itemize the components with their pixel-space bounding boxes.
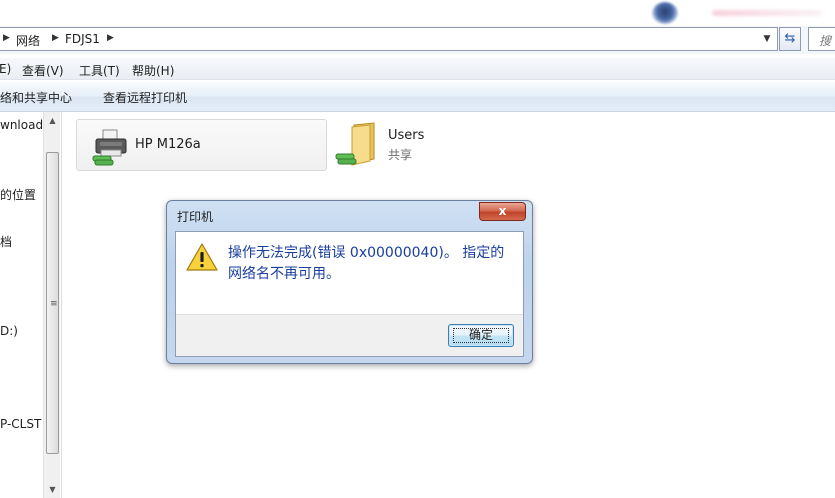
address-row: ▶ 网络 ▶ FDJS1 ▶ ▼ ⇆ 搜 <box>0 26 835 54</box>
menu-help[interactable]: 帮助(H) <box>132 62 174 79</box>
menu-edit[interactable]: E) <box>0 62 11 76</box>
view-remote-printer-button[interactable]: 查看远程打印机 <box>103 89 187 106</box>
breadcrumb-chevron-icon[interactable]: ▶ <box>3 33 10 43</box>
nav-item-downloads[interactable]: wnloads <box>0 118 49 132</box>
nav-scrollbar[interactable]: ▲ ≡ ▼ <box>43 112 60 498</box>
refresh-icon: ⇆ <box>784 31 796 46</box>
printer-error-dialog: 打印机 x 操作无法完成(错误 0x00000040)。 指定的网络名不再可用。… <box>166 200 533 364</box>
dialog-close-button[interactable]: x <box>479 202 526 221</box>
breadcrumb-chevron-icon[interactable]: ▶ <box>52 33 59 43</box>
menu-view[interactable]: 查看(V) <box>22 62 64 79</box>
warning-icon <box>186 243 218 271</box>
scroll-down-icon[interactable]: ▼ <box>44 481 61 498</box>
breadcrumb-chevron-icon[interactable]: ▶ <box>107 33 114 43</box>
nav-item-documents[interactable]: 档 <box>0 233 12 250</box>
dialog-title: 打印机 <box>177 210 214 224</box>
scroll-thumb[interactable]: ≡ <box>46 152 59 454</box>
nav-item-drive-d[interactable]: D:) <box>0 324 18 338</box>
network-sharing-center-button[interactable]: 络和共享中心 <box>0 89 72 106</box>
ok-button[interactable]: 确定 <box>448 324 514 347</box>
user-name-blurred <box>712 10 822 16</box>
breadcrumb-host[interactable]: FDJS1 <box>65 32 100 46</box>
close-icon: x <box>498 204 507 218</box>
nav-item-computer[interactable]: P-CLST <box>0 417 41 431</box>
address-bar[interactable]: ▶ 网络 ▶ FDJS1 ▶ ▼ <box>0 27 778 51</box>
scroll-up-icon[interactable]: ▲ <box>44 112 61 129</box>
address-dropdown-icon[interactable]: ▼ <box>758 29 776 49</box>
command-bar: 络和共享中心 查看远程打印机 <box>0 82 835 112</box>
shared-printer-icon <box>92 129 127 166</box>
menu-bar: E) 查看(V) 工具(T) 帮助(H) <box>0 58 835 80</box>
printer-name: HP M126a <box>135 137 201 152</box>
menu-tools[interactable]: 工具(T) <box>79 62 120 79</box>
scroll-grip-icon: ≡ <box>50 299 57 309</box>
window-title-strip <box>0 0 835 26</box>
breadcrumb-network[interactable]: 网络 <box>16 32 40 49</box>
search-input[interactable]: 搜 <box>808 27 835 51</box>
user-avatar-blurred <box>652 2 678 24</box>
dialog-footer: 确定 <box>176 314 523 356</box>
dialog-message: 操作无法完成(错误 0x00000040)。 指定的网络名不再可用。 <box>228 245 505 282</box>
ok-focus-ring <box>453 328 509 343</box>
shared-folder-item[interactable]: Users 共享 <box>334 119 464 171</box>
dialog-body: 操作无法完成(错误 0x00000040)。 指定的网络名不再可用。 确定 <box>175 231 524 357</box>
refresh-button[interactable]: ⇆ <box>779 27 801 51</box>
folder-shared-label: 共享 <box>388 148 413 162</box>
folder-name: Users <box>388 128 425 143</box>
shared-folder-icon <box>335 122 375 166</box>
search-placeholder: 搜 <box>819 34 832 48</box>
nav-item-recent-places[interactable]: 的位置 <box>0 186 36 203</box>
shared-printer-item[interactable]: HP M126a <box>76 119 327 171</box>
